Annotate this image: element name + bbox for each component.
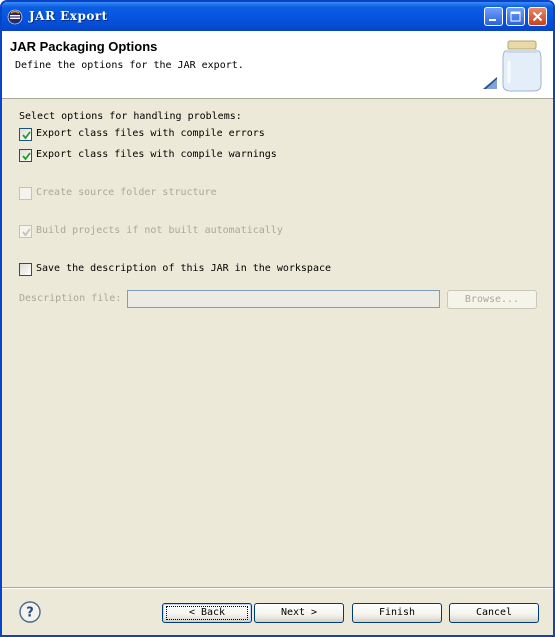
page-description: Define the options for the JAR export. — [15, 60, 244, 71]
maximize-button[interactable] — [506, 7, 525, 26]
save-description-label[interactable]: Save the description of this JAR in the … — [36, 263, 331, 274]
export-errors-label[interactable]: Export class files with compile errors — [36, 128, 265, 139]
checkmark-icon — [22, 152, 31, 161]
svg-text:?: ? — [26, 606, 34, 621]
description-file-row: Description file: Browse... — [19, 290, 539, 309]
checkmark-icon — [22, 228, 31, 237]
close-icon — [532, 11, 543, 22]
description-file-input — [127, 290, 440, 308]
export-warnings-checkbox[interactable] — [19, 149, 32, 162]
wizard-header: JAR Packaging Options Define the options… — [2, 31, 553, 99]
export-warnings-label[interactable]: Export class files with compile warnings — [36, 149, 277, 160]
next-button-label: Next > — [280, 607, 318, 618]
description-file-label: Description file: — [19, 293, 122, 304]
problems-section-label: Select options for handling problems: — [19, 111, 242, 122]
source-folder-checkbox — [19, 187, 32, 200]
page-title: JAR Packaging Options — [10, 39, 158, 54]
finish-button[interactable]: Finish — [352, 603, 442, 623]
source-folder-label: Create source folder structure — [36, 187, 217, 198]
footer-divider — [2, 587, 553, 589]
build-projects-label: Build projects if not built automaticall… — [36, 225, 283, 236]
next-button[interactable]: Next > — [254, 603, 344, 623]
window-app-icon[interactable] — [7, 9, 23, 25]
minimize-button[interactable] — [484, 7, 503, 26]
help-icon[interactable]: ? — [19, 601, 41, 623]
export-errors-checkbox[interactable] — [19, 128, 32, 141]
close-button[interactable] — [528, 7, 547, 26]
window-title: JAR Export — [29, 9, 108, 23]
cancel-button[interactable]: Cancel — [449, 603, 539, 623]
options-panel: Select options for handling problems: Ex… — [2, 99, 553, 587]
maximize-icon — [510, 11, 521, 22]
jar-banner-icon — [483, 40, 542, 92]
minimize-icon — [489, 19, 496, 21]
back-button[interactable]: < Back — [162, 603, 252, 623]
save-description-checkbox[interactable] — [19, 263, 32, 276]
focus-ring — [166, 606, 248, 620]
browse-button: Browse... — [447, 290, 537, 309]
finish-button-label: Finish — [378, 607, 416, 618]
checkmark-icon — [22, 131, 31, 140]
build-projects-checkbox — [19, 225, 32, 238]
title-bar[interactable]: JAR Export — [2, 2, 553, 31]
jar-export-dialog: JAR Export JAR Packaging Options Define … — [0, 0, 555, 637]
cancel-button-label: Cancel — [475, 607, 513, 618]
